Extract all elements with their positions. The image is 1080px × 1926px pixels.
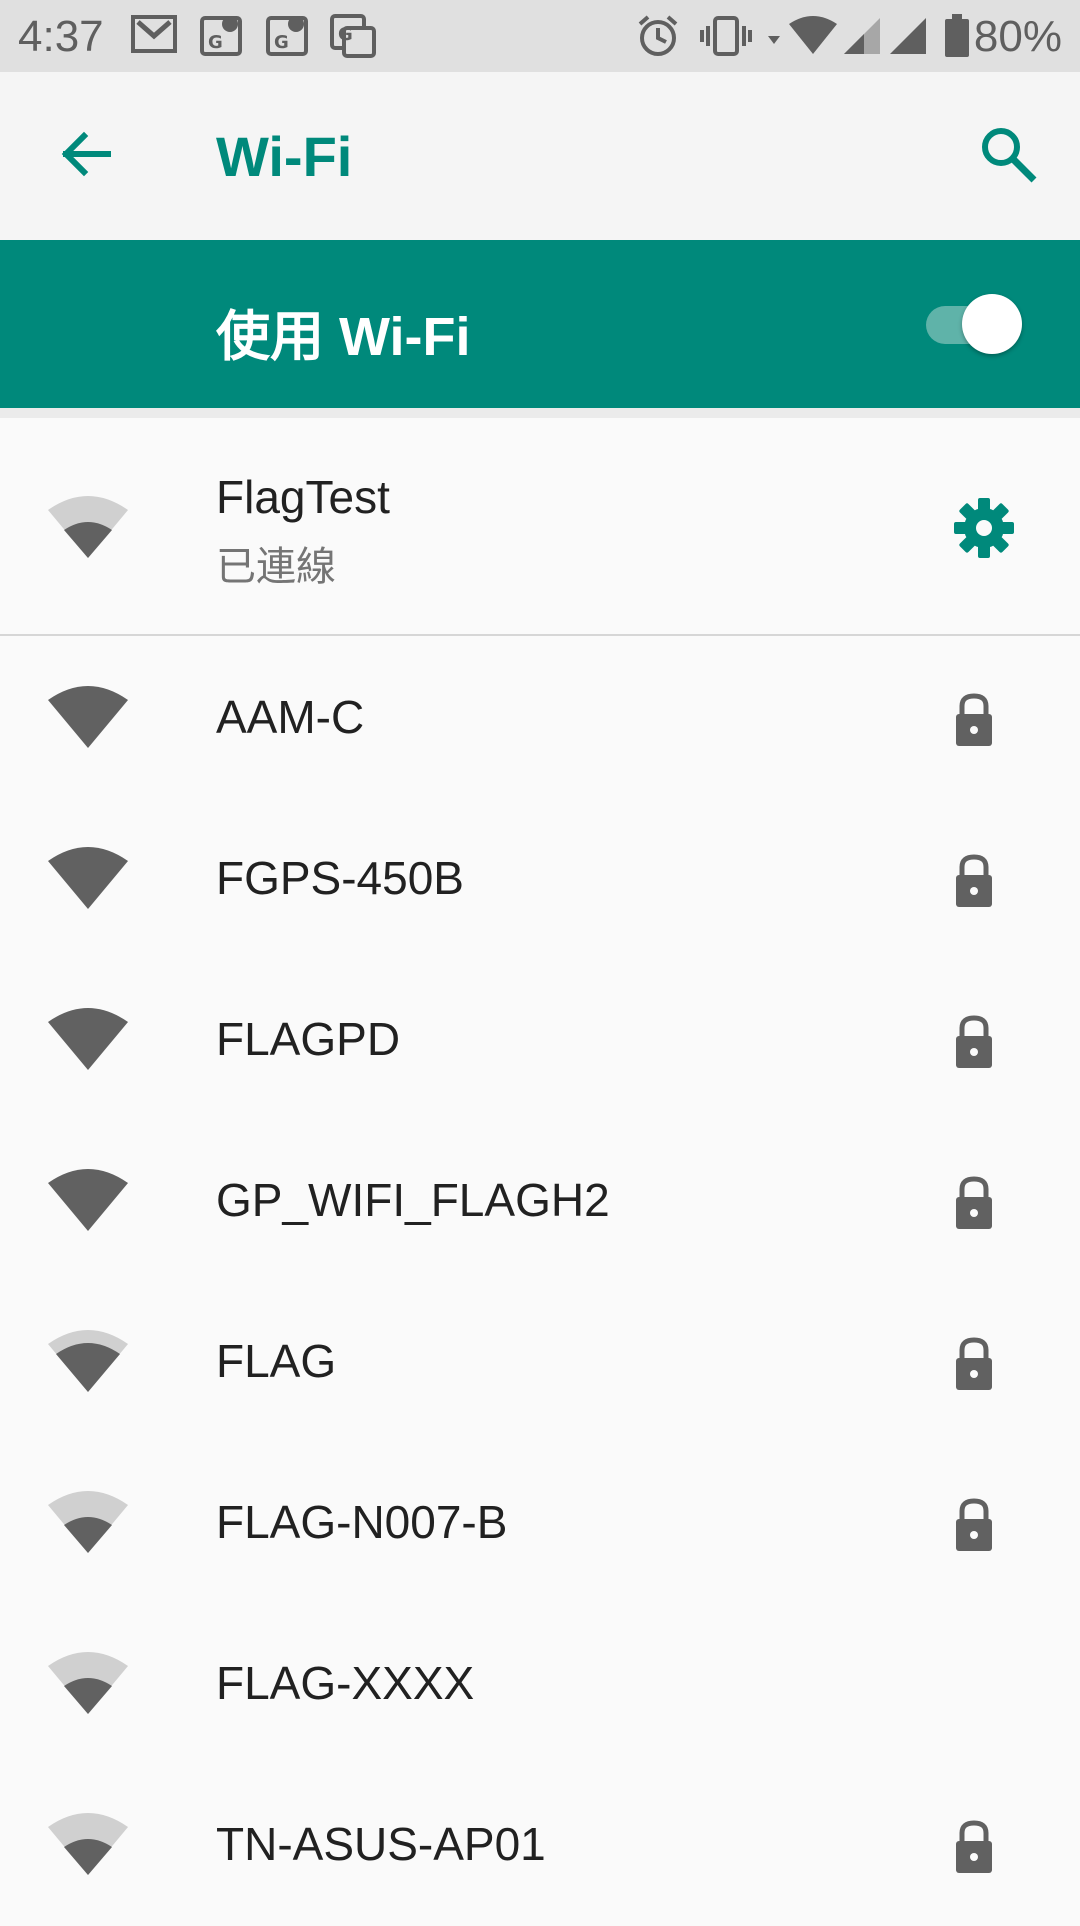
wifi-icon bbox=[789, 16, 837, 54]
app-bar: Wi-Fi bbox=[0, 72, 1080, 240]
network-row[interactable]: FLAG-N007-B bbox=[0, 1443, 1080, 1604]
network-row[interactable]: GP_WIFI_FLAGH2 bbox=[0, 1121, 1080, 1282]
battery-percentage: 80% bbox=[973, 12, 1062, 61]
alarm-icon bbox=[638, 15, 678, 56]
translate-icon: G bbox=[330, 14, 376, 58]
maps-icon: G bbox=[266, 16, 308, 56]
wifi-master-switch-row[interactable]: 使用 Wi-Fi bbox=[0, 240, 1080, 408]
wifi-signal-icon bbox=[48, 1008, 128, 1070]
wifi-master-switch-label: 使用 Wi-Fi bbox=[216, 307, 471, 367]
wifi-signal-icon bbox=[48, 1652, 128, 1714]
available-networks-list: AAM-C FGPS-450B FLAGPD GP_WIFI_FLAGH2 FL… bbox=[0, 638, 1080, 1926]
network-row[interactable]: AAM-C bbox=[0, 638, 1080, 799]
network-row[interactable]: TN-ASUS-AP01 bbox=[0, 1765, 1080, 1926]
connected-network-row[interactable]: FlagTest 已連線 bbox=[0, 418, 1080, 636]
status-time: 4:37 bbox=[18, 12, 104, 61]
arrow-back-icon[interactable] bbox=[56, 124, 116, 184]
network-row[interactable]: FLAGPD bbox=[0, 960, 1080, 1121]
wifi-signal-icon bbox=[48, 847, 128, 909]
dropdown-arrow-icon bbox=[768, 36, 780, 44]
wifi-signal-icon bbox=[48, 1491, 128, 1553]
lock-icon bbox=[956, 1176, 992, 1229]
network-name: FLAGPD bbox=[216, 1013, 401, 1065]
network-row[interactable]: FLAG-XXXX bbox=[0, 1604, 1080, 1765]
lock-icon bbox=[956, 1498, 992, 1551]
section-divider bbox=[0, 408, 1080, 418]
lock-icon bbox=[956, 854, 992, 907]
vibrate-icon bbox=[700, 16, 752, 56]
connected-network-status: 已連線 bbox=[216, 545, 336, 589]
network-name: FLAG bbox=[216, 1335, 337, 1387]
svg-text:G: G bbox=[208, 32, 223, 53]
lock-icon bbox=[956, 693, 992, 746]
wifi-signal-icon bbox=[48, 496, 128, 558]
wifi-toggle-thumb[interactable] bbox=[962, 294, 1022, 354]
network-name: GP_WIFI_FLAGH2 bbox=[216, 1174, 610, 1226]
svg-text:G: G bbox=[338, 24, 353, 45]
network-name: FLAG-XXXX bbox=[216, 1657, 475, 1709]
network-name: TN-ASUS-AP01 bbox=[216, 1818, 546, 1870]
page-title: Wi-Fi bbox=[216, 125, 353, 188]
signal-icon bbox=[890, 18, 926, 54]
gear-icon[interactable] bbox=[952, 496, 1016, 560]
network-row[interactable]: FLAG bbox=[0, 1282, 1080, 1443]
maps-icon: G bbox=[200, 16, 242, 56]
wifi-signal-icon bbox=[48, 1813, 128, 1875]
lock-icon bbox=[956, 1820, 992, 1873]
wifi-signal-icon bbox=[48, 1330, 128, 1392]
status-bar: 4:37 G G G 80% bbox=[0, 0, 1080, 72]
signal-icon bbox=[844, 18, 880, 54]
connected-network-name: FlagTest bbox=[216, 471, 390, 523]
network-name: AAM-C bbox=[216, 691, 365, 743]
wifi-signal-icon bbox=[48, 1169, 128, 1231]
wifi-signal-icon bbox=[48, 686, 128, 748]
search-icon[interactable] bbox=[976, 122, 1040, 186]
network-row[interactable]: FGPS-450B bbox=[0, 799, 1080, 960]
svg-text:G: G bbox=[274, 32, 289, 53]
gmail-icon bbox=[131, 15, 177, 53]
network-name: FLAG-N007-B bbox=[216, 1496, 508, 1548]
battery-icon bbox=[945, 14, 969, 57]
network-name: FGPS-450B bbox=[216, 852, 464, 904]
lock-icon bbox=[956, 1337, 992, 1390]
lock-icon bbox=[956, 1015, 992, 1068]
